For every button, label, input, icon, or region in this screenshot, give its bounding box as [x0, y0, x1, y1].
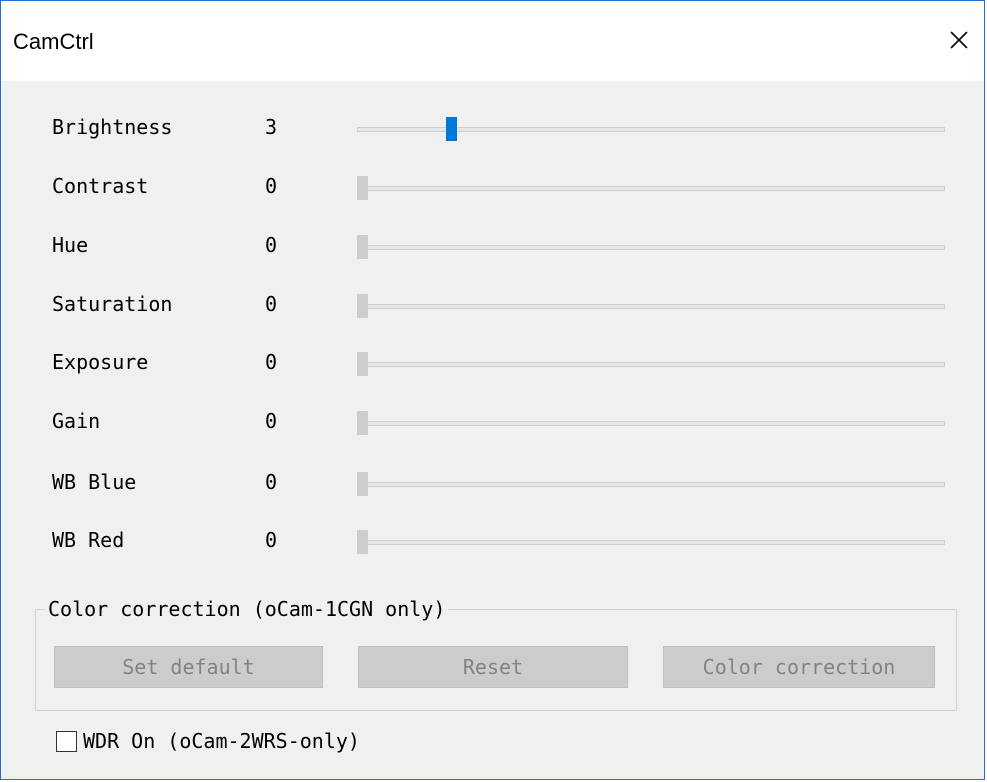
control-row-contrast: Contrast 0	[1, 168, 984, 208]
slider-thumb[interactable]	[357, 294, 368, 318]
slider-thumb[interactable]	[357, 530, 368, 554]
wb-blue-slider[interactable]	[357, 464, 945, 504]
slider-track	[357, 127, 945, 132]
exposure-label: Exposure	[52, 350, 149, 374]
slider-track	[357, 362, 945, 367]
brightness-slider[interactable]	[357, 109, 945, 149]
saturation-value: 0	[265, 292, 278, 316]
gain-slider[interactable]	[357, 403, 945, 443]
slider-thumb[interactable]	[357, 472, 368, 496]
close-button[interactable]	[942, 23, 976, 57]
title-bar: CamCtrl	[1, 1, 984, 81]
camctrl-window: CamCtrl Brightness 3 Contrast 0 Hue 0 Sa…	[0, 0, 985, 780]
wdr-checkbox[interactable]	[56, 730, 77, 752]
slider-track	[357, 540, 945, 545]
brightness-label: Brightness	[52, 115, 173, 139]
wdr-checkbox-label: WDR On (oCam-2WRS-only)	[83, 729, 360, 753]
gain-value: 0	[265, 409, 278, 433]
saturation-label: Saturation	[52, 292, 173, 316]
gain-label: Gain	[52, 409, 101, 433]
control-row-wb-blue: WB Blue 0	[1, 464, 984, 504]
slider-thumb[interactable]	[446, 117, 458, 141]
slider-thumb[interactable]	[357, 176, 368, 200]
slider-track	[357, 482, 945, 487]
wdr-checkbox-control[interactable]: WDR On (oCam-2WRS-only)	[56, 728, 360, 754]
contrast-slider[interactable]	[357, 168, 945, 208]
reset-button[interactable]: Reset	[358, 646, 628, 688]
exposure-slider[interactable]	[357, 344, 945, 384]
slider-track	[357, 186, 945, 191]
control-row-exposure: Exposure 0	[1, 344, 984, 384]
hue-label: Hue	[52, 233, 89, 257]
control-row-brightness: Brightness 3	[1, 109, 984, 149]
exposure-value: 0	[265, 350, 278, 374]
wb-red-label: WB Red	[52, 528, 125, 552]
control-row-hue: Hue 0	[1, 227, 984, 267]
saturation-slider[interactable]	[357, 286, 945, 326]
color-correction-group-label: Color correction (oCam-1CGN only)	[45, 597, 449, 621]
contrast-value: 0	[265, 174, 278, 198]
brightness-value: 3	[265, 115, 278, 139]
slider-thumb[interactable]	[357, 411, 368, 435]
slider-track	[357, 245, 945, 250]
window-title: CamCtrl	[13, 29, 94, 54]
slider-track	[357, 421, 945, 426]
control-row-gain: Gain 0	[1, 403, 984, 443]
hue-slider[interactable]	[357, 227, 945, 267]
contrast-label: Contrast	[52, 174, 149, 198]
control-row-saturation: Saturation 0	[1, 286, 984, 326]
slider-track	[357, 304, 945, 309]
wb-blue-value: 0	[265, 470, 278, 494]
slider-thumb[interactable]	[357, 235, 368, 259]
slider-thumb[interactable]	[357, 352, 368, 376]
wb-red-value: 0	[265, 528, 278, 552]
set-default-button[interactable]: Set default	[54, 646, 323, 688]
wb-blue-label: WB Blue	[52, 470, 137, 494]
close-icon	[950, 31, 968, 49]
wb-red-slider[interactable]	[357, 522, 945, 562]
hue-value: 0	[265, 233, 278, 257]
control-row-wb-red: WB Red 0	[1, 522, 984, 562]
color-correction-button[interactable]: Color correction	[663, 646, 935, 688]
